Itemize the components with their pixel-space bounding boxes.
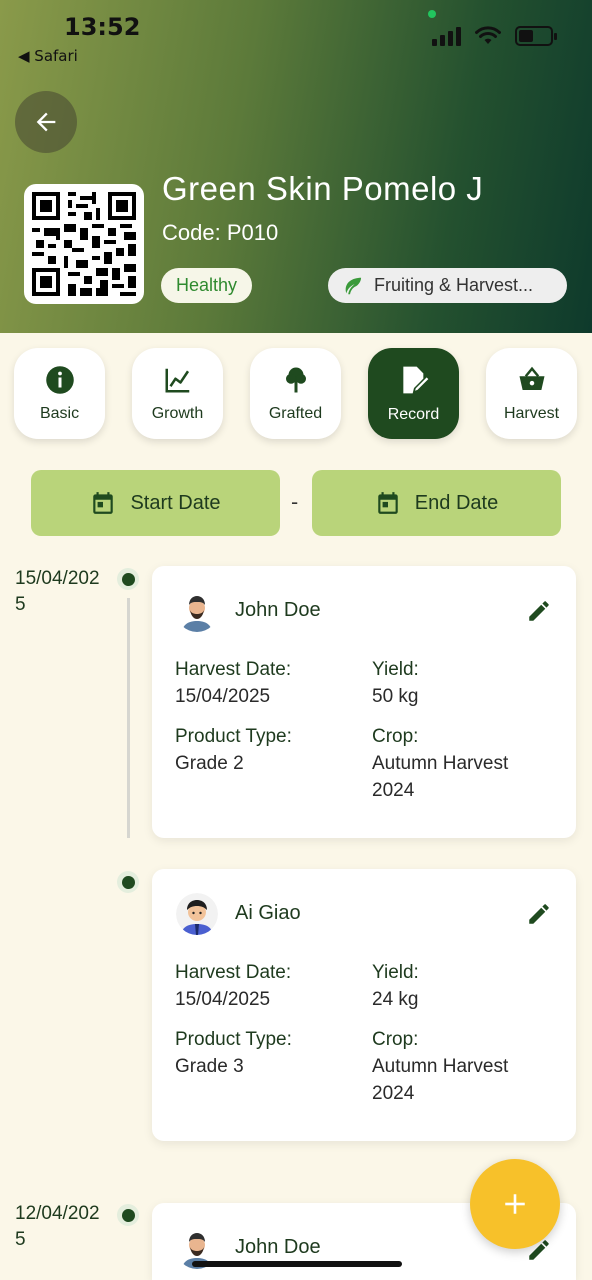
tab-grafted[interactable]: Grafted — [250, 348, 341, 439]
start-date-button[interactable]: Start Date — [31, 470, 280, 536]
tree-icon — [285, 367, 306, 392]
tab-label: Record — [387, 405, 440, 423]
timeline-dot — [117, 1204, 139, 1226]
battery-icon — [515, 26, 557, 46]
harvest-date-field: Harvest Date: 15/04/2025 — [175, 962, 292, 1010]
timeline-date: 15/04/2025 — [15, 568, 100, 615]
yield-field: Yield: 50 kg — [372, 659, 419, 707]
stage-label: Fruiting & Harvest... — [374, 275, 534, 295]
status-time: 13:52 — [64, 13, 141, 41]
qr-code — [24, 184, 144, 304]
tab-label: Harvest — [503, 404, 560, 422]
arrow-left-icon — [36, 112, 56, 132]
tab-label: Grafted — [268, 404, 323, 422]
record-user: John Doe — [235, 1236, 321, 1258]
timeline-dot — [117, 871, 139, 893]
stage-badge: Fruiting & Harvest... — [328, 268, 567, 303]
yield-field: Yield: 24 kg — [372, 962, 419, 1010]
basket-icon — [519, 366, 544, 390]
back-button[interactable] — [15, 91, 77, 153]
health-badge: Healthy — [161, 268, 253, 303]
product-type-field: Product Type: Grade 3 — [175, 1029, 292, 1077]
crop-field: Crop: Autumn Harvest 2024 — [372, 726, 509, 801]
privacy-indicator — [428, 10, 436, 18]
record-card[interactable]: Ai Giao Harvest Date: 15/04/2025 Yield: 24… — [152, 869, 576, 1141]
record-user: John Doe — [235, 599, 321, 621]
tab-basic[interactable]: Basic — [14, 348, 105, 439]
info-icon — [45, 365, 74, 394]
timeline-dot — [117, 568, 139, 590]
end-date-label: End Date — [414, 491, 499, 514]
signal-icon — [432, 26, 461, 46]
edit-icon[interactable] — [526, 901, 552, 927]
timeline-line — [127, 598, 130, 838]
tab-harvest[interactable]: Harvest — [486, 348, 577, 439]
home-indicator[interactable] — [192, 1261, 402, 1267]
plus-icon — [505, 1194, 525, 1214]
wifi-icon — [475, 26, 501, 44]
tab-label: Basic — [39, 404, 80, 422]
product-type-field: Product Type: Grade 2 — [175, 726, 292, 774]
edit-note-icon — [402, 366, 430, 393]
section-tabs: Basic Growth Grafted Record Harvest — [14, 348, 577, 439]
plant-code: Code: P010 — [162, 220, 279, 245]
end-date-button[interactable]: End Date — [312, 470, 561, 536]
tab-label: Growth — [151, 404, 204, 422]
plant-name: Green Skin Pomelo J — [162, 170, 484, 207]
calendar-icon — [378, 492, 398, 514]
leaf-icon — [345, 277, 362, 294]
add-record-button[interactable] — [470, 1159, 560, 1249]
calendar-icon — [93, 492, 114, 514]
crop-field: Crop: Autumn Harvest 2024 — [372, 1029, 509, 1104]
timeline-date: 12/04/2025 — [15, 1203, 100, 1250]
tab-record[interactable]: Record — [368, 348, 459, 439]
edit-icon[interactable] — [526, 598, 552, 624]
record-card[interactable]: John Doe Harvest Date: 15/04/2025 Yield: 5… — [152, 566, 576, 838]
back-to-safari[interactable]: ◀ Safari — [18, 47, 78, 65]
status-icons — [432, 26, 557, 46]
start-date-label: Start Date — [130, 491, 221, 514]
tab-growth[interactable]: Growth — [132, 348, 223, 439]
avatar — [176, 590, 218, 632]
date-separator: - — [291, 490, 299, 514]
harvest-date-field: Harvest Date: 15/04/2025 — [175, 659, 292, 707]
chart-line-icon — [165, 368, 189, 392]
plant-header: 13:52 ◀ Safari Green Skin Pomelo J Code:… — [0, 0, 592, 333]
avatar — [176, 893, 218, 935]
record-user: Ai Giao — [235, 902, 301, 924]
